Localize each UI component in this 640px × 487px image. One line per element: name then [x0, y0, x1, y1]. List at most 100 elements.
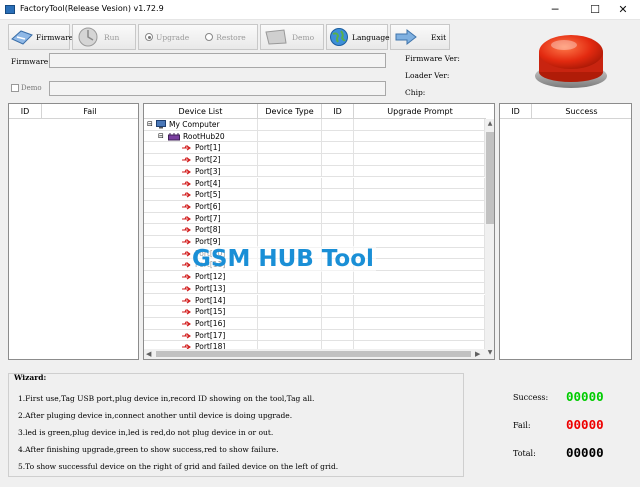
grid-cell [354, 119, 485, 131]
tree-node-port[interactable]: Port[14] [144, 294, 485, 307]
grid-cell [258, 189, 322, 201]
total-count-label: Total: [513, 449, 536, 458]
grid-cell [258, 154, 322, 166]
tree-node-port[interactable]: Port[16] [144, 317, 485, 330]
grid-cell [354, 142, 485, 155]
tree-node-port[interactable]: Port[15] [144, 306, 485, 318]
grid-cell [258, 329, 322, 342]
demo-checkbox[interactable] [11, 84, 19, 92]
grid-cell [354, 212, 485, 225]
scroll-down-icon[interactable]: ▼ [485, 349, 494, 356]
tree-node-port[interactable]: Port[8] [144, 224, 485, 236]
success-grid-id-header[interactable]: ID [500, 104, 532, 119]
demo-field[interactable] [49, 81, 386, 96]
tree-node-port[interactable]: Port[17] [144, 329, 485, 342]
exit-button-label: Exit [431, 32, 447, 42]
tree-node-port[interactable]: Port[4] [144, 177, 485, 190]
port-label: Port[14] [195, 295, 226, 305]
grid-cell [258, 212, 322, 225]
tree-node-port[interactable]: Port[3] [144, 165, 485, 178]
tree-node-hub[interactable]: ⊟ RootHub20 [144, 130, 485, 143]
tree-node-port[interactable]: Port[5] [144, 189, 485, 201]
wizard-title: Wizard: [14, 373, 47, 382]
success-grid-success-header[interactable]: Success [532, 104, 631, 119]
run-icon [75, 27, 101, 47]
grid-cell [354, 329, 485, 342]
usb-port-icon [182, 239, 191, 245]
grid-cell [354, 294, 485, 307]
tree-node-port[interactable]: Port[1] [144, 142, 485, 155]
device-tree: ⊟ My Computer ⊟ RootHub20 Port[1] Port[2] Port… [144, 119, 486, 351]
wizard-step-4: 4.After finishing upgrade,green to show … [18, 445, 279, 454]
horizontal-scrollbar[interactable]: ◀ ▶ [144, 349, 485, 359]
fail-count-value: 00000 [566, 417, 604, 432]
port-label: Port[4] [195, 178, 221, 188]
grid-cell [354, 224, 485, 236]
grid-cell [354, 282, 485, 295]
port-label: Port[15] [195, 307, 226, 317]
grid-cell [354, 130, 485, 143]
grid-cell [322, 189, 354, 201]
success-count-label: Success: [513, 393, 549, 402]
tree-node-port[interactable]: Port[13] [144, 282, 485, 295]
horizontal-scroll-thumb[interactable] [156, 351, 471, 357]
run-button[interactable]: Run [72, 24, 136, 50]
grid-cell [258, 130, 322, 143]
port-label: Port[16] [195, 318, 226, 328]
tree-node-label: My Computer [169, 120, 220, 129]
scroll-right-icon[interactable]: ▶ [475, 350, 480, 358]
vertical-scrollbar[interactable]: ▲ ▼ [485, 119, 494, 359]
fail-grid-id-header[interactable]: ID [9, 104, 42, 119]
fail-grid-fail-header[interactable]: Fail [42, 104, 138, 119]
upgrade-prompt-header[interactable]: Upgrade Prompt [354, 104, 486, 119]
language-button-label: Language [352, 32, 390, 42]
window-title: FactoryTool(Release Vesion) v1.72.9 [20, 4, 164, 13]
tree-node-port[interactable]: Port[7] [144, 212, 485, 225]
restore-radio[interactable] [205, 33, 214, 41]
tree-node-port[interactable]: Port[6] [144, 200, 485, 213]
usb-port-icon [182, 286, 191, 292]
exit-button[interactable]: Exit [390, 24, 450, 50]
grid-cell [322, 282, 354, 295]
fail-grid[interactable]: ID Fail [8, 103, 139, 360]
firmware-button[interactable]: Firmware [8, 24, 73, 50]
device-list-grid[interactable]: Device List Device Type ID Upgrade Promp… [143, 103, 495, 360]
grid-cell [354, 306, 485, 318]
demo-icon [263, 27, 289, 47]
collapse-toggle-icon[interactable]: ⊟ [147, 119, 153, 130]
language-button[interactable]: Language [326, 24, 390, 50]
grid-cell [322, 329, 354, 342]
grid-cell [322, 119, 354, 131]
tree-node-port[interactable]: Port[2] [144, 154, 485, 166]
wizard-step-1: 1.First use,Tag USB port,plug device in,… [18, 394, 315, 403]
port-label: Port[13] [195, 283, 226, 293]
device-type-header[interactable]: Device Type [258, 104, 322, 119]
grid-cell [258, 224, 322, 236]
run-button-label: Run [104, 32, 120, 42]
grid-cell [258, 294, 322, 307]
fail-count-label: Fail: [513, 421, 531, 430]
grid-cell [322, 200, 354, 213]
wizard-step-5: 5.To show successful device on the right… [18, 462, 339, 471]
port-label: Port[5] [195, 190, 221, 200]
globe-icon [329, 27, 349, 47]
usb-port-icon [182, 274, 191, 280]
tree-node-port[interactable]: Port[12] [144, 271, 485, 283]
grid-cell [354, 317, 485, 330]
minimize-button[interactable]: ─ [538, 0, 572, 20]
scroll-up-icon[interactable]: ▲ [485, 120, 494, 127]
tree-node-computer[interactable]: ⊟ My Computer [144, 119, 485, 131]
close-button[interactable]: ✕ [606, 0, 640, 20]
success-grid[interactable]: ID Success [499, 103, 632, 360]
collapse-toggle-icon[interactable]: ⊟ [158, 131, 164, 142]
upgrade-radio[interactable] [145, 33, 153, 41]
scroll-left-icon[interactable]: ◀ [146, 350, 151, 358]
demo-button[interactable]: Demo [260, 24, 324, 50]
grid-cell [322, 306, 354, 318]
watermark-text: GSM HUB Tool [190, 246, 376, 272]
loader-ver-label: Loader Ver: [405, 71, 450, 80]
vertical-scroll-thumb[interactable] [486, 132, 494, 224]
firmware-path-field[interactable] [49, 53, 386, 68]
device-list-header[interactable]: Device List [144, 104, 258, 119]
id-header[interactable]: ID [322, 104, 354, 119]
